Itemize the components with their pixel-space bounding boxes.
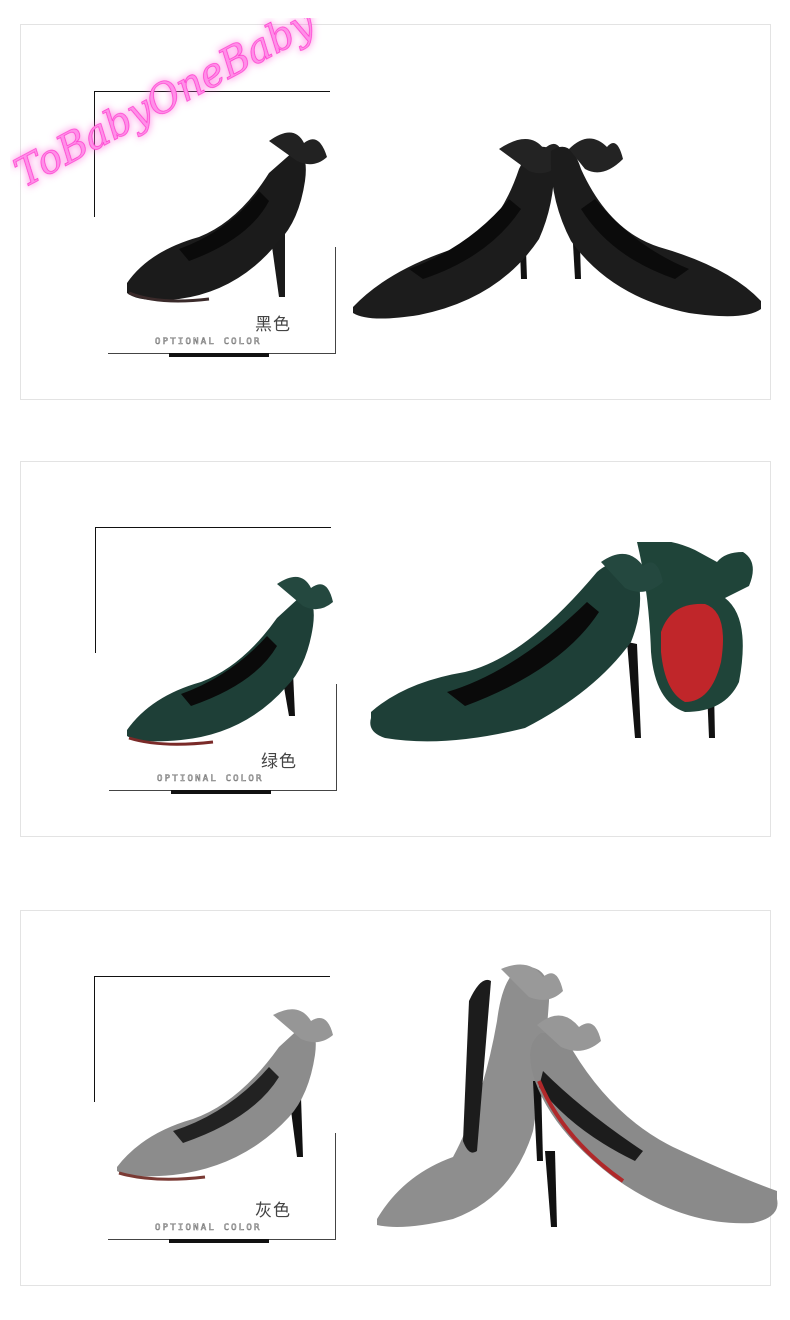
optional-color-caption: OPTIONAL COLOR [155,337,262,348]
shoe-pair-image [370,542,753,742]
shoe-pair-image [353,138,761,319]
accent-bar [169,1239,269,1243]
accent-bar [169,353,269,357]
color-name-label: 灰色 [255,1201,291,1221]
color-name-label: 黑色 [255,315,291,335]
svg-text:ToBabyOneBaby: ToBabyOneBaby [10,18,324,197]
shoe-side-view-image [127,576,333,746]
shoe-pair-image [377,964,778,1227]
frame-line [95,527,96,653]
frame-line [335,1133,336,1239]
frame-line [94,976,330,977]
frame-line [95,527,331,528]
frame-line [94,976,95,1102]
product-panel-green: 绿色 OPTIONAL COLOR [20,461,771,837]
product-panel-gray: 灰色 OPTIONAL COLOR [20,910,778,1286]
optional-color-caption: OPTIONAL COLOR [157,774,264,785]
shoe-side-view-image [117,1009,333,1181]
accent-bar [171,790,271,794]
optional-color-caption: OPTIONAL COLOR [155,1223,262,1234]
brand-watermark-logo: ToBabyOneBaby [10,18,324,197]
